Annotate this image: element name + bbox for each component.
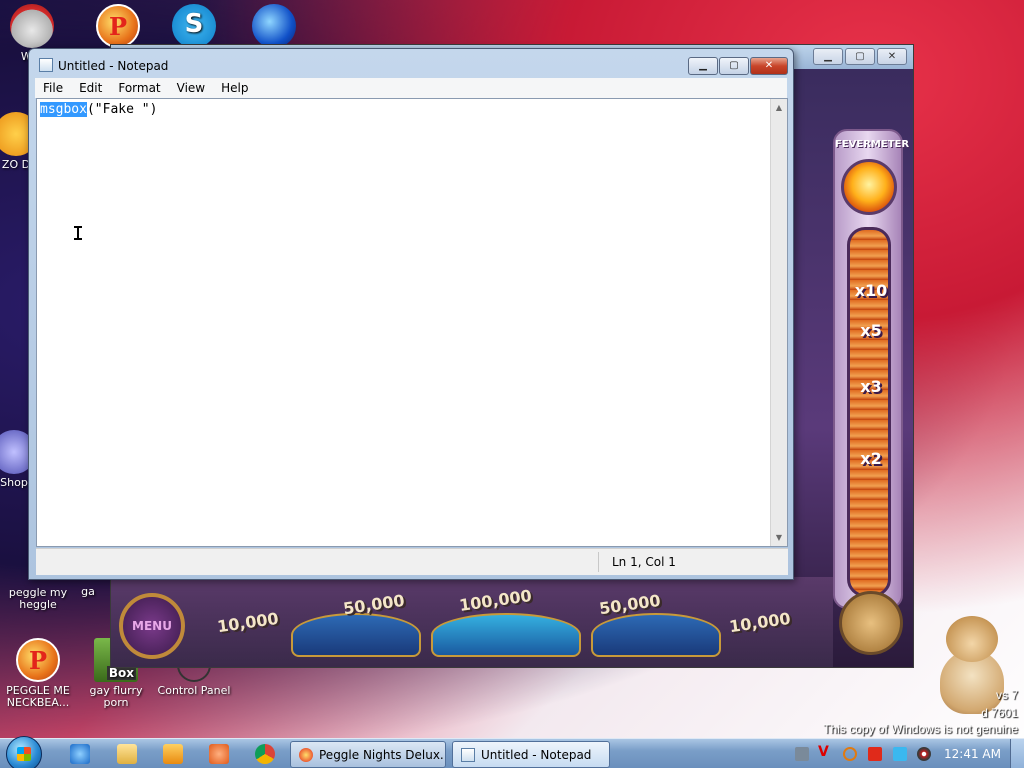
peggle-icon <box>299 748 313 762</box>
paint-icon[interactable] <box>209 744 229 764</box>
scroll-up-icon[interactable]: ▲ <box>771 99 787 116</box>
editor-content[interactable]: msgbox("Fake ") <box>40 102 157 117</box>
peggle-minimize-button[interactable]: ▁ <box>813 48 843 65</box>
desktop-icon-label: Shop <box>0 476 28 489</box>
score-bucket <box>291 613 421 657</box>
fever-bulb-icon <box>841 159 897 215</box>
score-value: 50,000 <box>341 590 406 619</box>
scroll-down-icon[interactable]: ▼ <box>771 529 787 546</box>
media-player-icon[interactable] <box>163 744 183 764</box>
text-cursor-icon <box>74 226 82 240</box>
watermark-line3: This copy of Windows is not genuine <box>823 722 1018 736</box>
peggle-maximize-button[interactable]: ▢ <box>845 48 875 65</box>
score-value: 100,000 <box>458 586 533 615</box>
multiplier-x5: x5 <box>860 321 882 340</box>
watermark-line2: d 7601 <box>981 706 1018 720</box>
flag-icon[interactable] <box>868 747 882 761</box>
menu-view[interactable]: View <box>169 78 213 98</box>
desktop-icon-label: ZO D <box>1 158 31 171</box>
peggle-close-button[interactable]: ✕ <box>877 48 907 65</box>
score-value: 10,000 <box>215 608 280 637</box>
minimize-button[interactable]: ▁ <box>688 57 718 75</box>
multiplier-x2: x2 <box>860 449 882 468</box>
desktop-icon-ga[interactable]: ga <box>68 586 108 598</box>
desktop-icon-label: Control Panel <box>157 684 231 697</box>
taskbar-button-label: Peggle Nights Delux... <box>319 748 446 762</box>
taskbar-button-notepad[interactable]: Untitled - Notepad <box>452 741 610 768</box>
watermark-line1: vs 7 <box>995 688 1018 702</box>
peggle-icon <box>96 4 140 48</box>
desktop-icon-label: gay flurry porn <box>89 684 143 709</box>
multiplier-x3: x3 <box>860 377 882 396</box>
desktop-icon-label: peggle my heggle <box>8 586 68 611</box>
internet-explorer-icon[interactable] <box>70 744 90 764</box>
show-desktop-button[interactable] <box>1010 739 1024 768</box>
v-icon[interactable]: V <box>818 744 832 760</box>
menu-edit[interactable]: Edit <box>71 78 110 98</box>
menu-file[interactable]: File <box>35 78 71 98</box>
notepad-icon <box>461 748 475 762</box>
score-bucket <box>591 613 721 657</box>
maximize-button[interactable]: ▢ <box>719 57 749 75</box>
peggle-icon <box>16 638 60 682</box>
multiplier-x10: x10 <box>854 281 888 300</box>
status-divider <box>598 552 599 572</box>
menu-format[interactable]: Format <box>110 78 168 98</box>
score-bucket <box>431 613 581 657</box>
fevermeter-label: FEVERMETER <box>835 139 910 150</box>
vertical-scrollbar[interactable]: ▲ ▼ <box>770 99 787 546</box>
app-icon[interactable] <box>795 747 809 761</box>
fevermeter: FEVERMETER x10 x5 x3 x2 <box>833 129 910 609</box>
folder-icon[interactable] <box>117 744 137 764</box>
clock[interactable]: 12:41 AM <box>944 747 1001 761</box>
unselected-text[interactable]: ("Fake ") <box>87 102 157 117</box>
chrome-icon[interactable] <box>255 744 275 764</box>
desktop-icon-label: PEGGLE ME NECKBEA... <box>6 684 70 709</box>
peggle-menu-button[interactable]: MENU <box>119 593 185 659</box>
volume-icon[interactable] <box>917 747 931 761</box>
taskbar-button-peggle[interactable]: Peggle Nights Delux... <box>290 741 446 768</box>
score-value: 10,000 <box>727 608 792 637</box>
wii-icon <box>10 4 54 48</box>
monitor-icon[interactable] <box>893 747 907 761</box>
menu-help[interactable]: Help <box>213 78 256 98</box>
status-bar: Ln 1, Col 1 <box>36 548 788 575</box>
hamster-head <box>946 616 998 662</box>
desktop-icon-label: ga <box>81 585 95 598</box>
text-editor[interactable]: msgbox("Fake ") ▲ ▼ <box>36 98 788 547</box>
taskbar: Peggle Nights Delux... Untitled - Notepa… <box>0 736 1024 768</box>
peggle-window-controls: ▁ ▢ ✕ <box>813 48 907 65</box>
cursor-position: Ln 1, Col 1 <box>612 555 676 569</box>
window-title: Untitled - Notepad <box>58 59 169 73</box>
notepad-window[interactable]: Untitled - Notepad ▁ ▢ ✕ File Edit Forma… <box>28 48 794 580</box>
desktop-icon-peggle-me-neckbea[interactable]: PEGGLE ME NECKBEA... <box>0 638 76 709</box>
close-button[interactable]: ✕ <box>750 57 788 75</box>
taskbar-button-label: Untitled - Notepad <box>481 748 592 762</box>
notepad-icon <box>39 58 53 72</box>
score-buckets: 10,000 50,000 100,000 50,000 10,000 MENU <box>111 577 833 667</box>
menu-bar: File Edit Format View Help <box>35 78 787 98</box>
start-button[interactable] <box>6 736 42 768</box>
box-label: Box <box>106 666 136 680</box>
search-icon[interactable] <box>843 747 857 761</box>
peggle-round-button[interactable] <box>839 591 903 655</box>
skype-icon <box>172 4 216 48</box>
selected-text[interactable]: msgbox <box>40 102 87 117</box>
globe-icon <box>252 4 296 48</box>
